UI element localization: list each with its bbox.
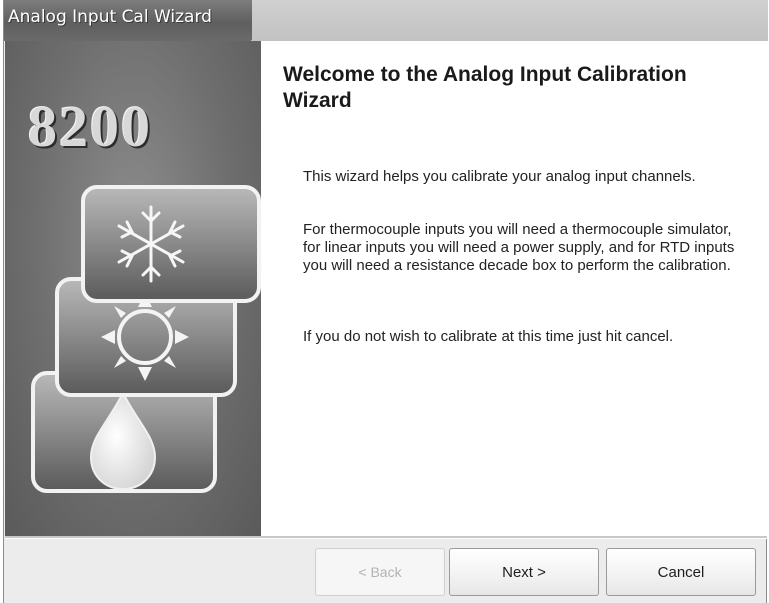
footer-divider xyxy=(5,536,767,539)
cancel-button[interactable]: Cancel xyxy=(606,548,756,596)
snowflake-tile xyxy=(81,185,261,303)
wizard-window: Analog Input Cal Wizard 8200 Welcome to … xyxy=(3,0,768,603)
title-bar[interactable]: Analog Input Cal Wizard xyxy=(4,0,252,41)
wizard-heading: Welcome to the Analog Input Calibration … xyxy=(283,63,687,112)
intro-paragraph: This wizard helps you calibrate your ana… xyxy=(303,168,696,185)
requirements-paragraph: For thermocouple inputs you will need a … xyxy=(303,221,735,274)
cancel-note-paragraph: If you do not wish to calibrate at this … xyxy=(303,328,674,345)
back-button[interactable]: < Back xyxy=(315,548,445,596)
wizard-content: Welcome to the Analog Input Calibration … xyxy=(261,41,767,536)
title-bar-strip xyxy=(252,0,768,41)
window-title: Analog Input Cal Wizard xyxy=(8,7,212,27)
wizard-banner: 8200 xyxy=(5,41,261,536)
brand-logo-text: 8200 xyxy=(28,94,152,159)
next-button[interactable]: Next > xyxy=(449,548,599,596)
